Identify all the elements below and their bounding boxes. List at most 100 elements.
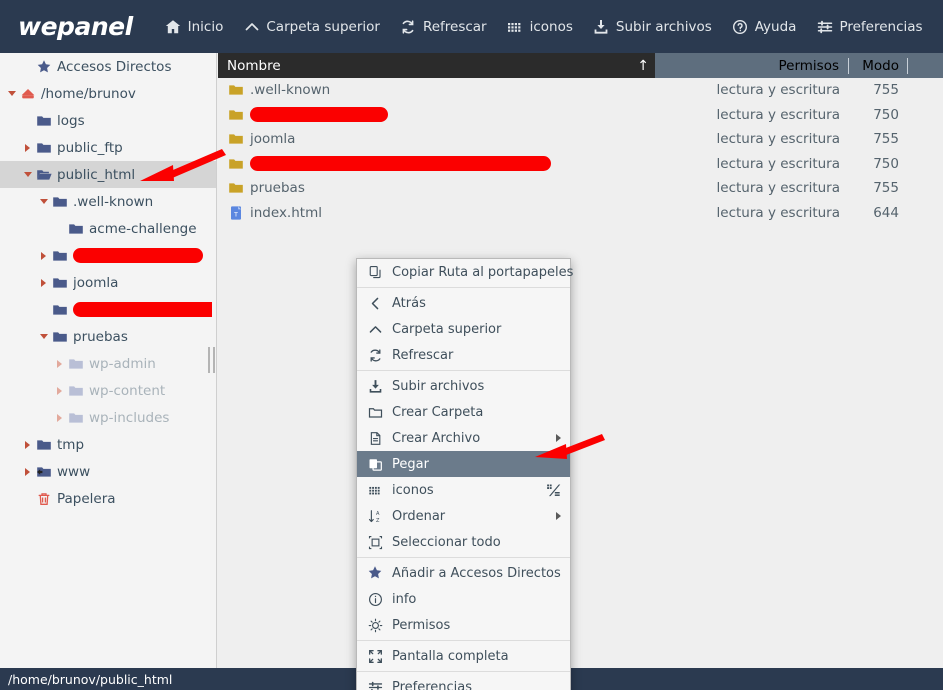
menu-item-copiar-ruta-al-portapapeles[interactable]: Copiar Ruta al portapapeles xyxy=(357,259,573,285)
tree-item-acme-challenge[interactable]: acme-challenge xyxy=(0,215,216,242)
column-header-label: Nombre xyxy=(227,57,281,74)
toolbar-item-ayuda[interactable]: Ayuda xyxy=(722,12,807,41)
pane-resize-handle[interactable] xyxy=(206,345,216,375)
toolbar-item-subir-archivos[interactable]: Subir archivos xyxy=(583,12,722,41)
upload-icon xyxy=(593,18,610,35)
collapse-caret-icon[interactable] xyxy=(36,199,51,204)
tree-item-label: www xyxy=(57,463,91,480)
file-row[interactable]: lectura y escritura 750 xyxy=(218,103,943,128)
tree-item-wp-content[interactable]: wp-content xyxy=(0,377,216,404)
menu-item-label: Crear Carpeta xyxy=(392,404,484,420)
tree-item-joomla[interactable]: joomla xyxy=(0,269,216,296)
file-list-header: Nombre ↑ Permisos Modo xyxy=(218,53,943,78)
menu-item-label: Pantalla completa xyxy=(392,648,509,664)
menu-item-label: Subir archivos xyxy=(392,378,485,394)
chevron-left-icon xyxy=(367,295,383,311)
expand-caret-icon[interactable] xyxy=(52,386,67,395)
expand-caret-icon[interactable] xyxy=(52,413,67,422)
grid-icon xyxy=(507,18,524,35)
column-header-label: Modo xyxy=(862,57,899,74)
folder-icon xyxy=(67,409,84,426)
expand-caret-icon[interactable] xyxy=(36,251,51,260)
menu-item-atr-s[interactable]: Atrás xyxy=(357,290,570,316)
folder-link-icon xyxy=(35,463,52,480)
toolbar-item-iconos[interactable]: iconos xyxy=(497,12,583,41)
menu-item-subir-archivos[interactable]: Subir archivos xyxy=(357,373,570,399)
column-header-spacer xyxy=(908,53,943,78)
file-mode-cell: 750 xyxy=(873,106,899,123)
expand-caret-icon[interactable] xyxy=(20,440,35,449)
menu-item-carpeta-superior[interactable]: Carpeta superior xyxy=(357,316,570,342)
tree-item-redacted[interactable] xyxy=(0,242,216,269)
collapse-caret-icon[interactable] xyxy=(20,172,35,177)
tree-item-wp-includes[interactable]: wp-includes xyxy=(0,404,216,431)
tree-item-public_ftp[interactable]: public_ftp xyxy=(0,134,216,161)
file-permissions-cell: lectura y escritura xyxy=(716,155,840,172)
menu-separator xyxy=(357,287,570,288)
file-row[interactable]: pruebas lectura y escritura 755 xyxy=(218,176,943,201)
app-logo: wepanel xyxy=(18,12,133,41)
redacted-name-bar xyxy=(250,107,388,123)
menu-item-info[interactable]: info xyxy=(357,586,570,612)
view-toggle-icon xyxy=(546,483,561,498)
column-header-group: Permisos Modo xyxy=(655,53,943,78)
tree-item-www[interactable]: www xyxy=(0,458,216,485)
tree-item-Papelera[interactable]: Papelera xyxy=(0,485,216,512)
tree-item-wp-admin[interactable]: wp-admin xyxy=(0,350,216,377)
tree-item-homebrunov[interactable]: /home/brunov xyxy=(0,80,216,107)
toolbar-item-refrescar[interactable]: Refrescar xyxy=(390,12,497,41)
file-manager-window: wepanel Inicio Carpeta superior Refresca… xyxy=(0,0,943,690)
star-icon xyxy=(367,565,383,581)
expand-caret-icon[interactable] xyxy=(20,143,35,152)
file-permissions-cell: lectura y escritura xyxy=(716,131,840,148)
menu-item-preferencias[interactable]: Preferencias xyxy=(357,674,570,690)
file-row[interactable]: Tindex.html lectura y escritura 644 xyxy=(218,201,943,226)
tree-item-label: wp-content xyxy=(89,382,166,399)
sliders-icon xyxy=(816,18,833,35)
column-header-modo[interactable]: Modo xyxy=(849,53,907,78)
menu-item-pegar[interactable]: Pegar xyxy=(357,451,570,477)
directory-tree-sidebar[interactable]: Accesos Directos/home/brunov logs public_f… xyxy=(0,53,217,668)
tree-item-pruebas[interactable]: pruebas xyxy=(0,323,216,350)
folder-icon xyxy=(227,155,244,172)
column-header-nombre[interactable]: Nombre ↑ xyxy=(218,53,655,78)
collapse-caret-icon[interactable] xyxy=(4,91,19,96)
folder-icon xyxy=(227,82,244,99)
tree-item-AccesosDirectos[interactable]: Accesos Directos xyxy=(0,53,216,80)
file-row[interactable]: joomla lectura y escritura 755 xyxy=(218,127,943,152)
column-header-permisos[interactable]: Permisos xyxy=(655,53,848,78)
chevron-up-icon xyxy=(243,18,260,35)
tree-item-public_html[interactable]: public_html xyxy=(0,161,216,188)
menu-item-label: Permisos xyxy=(392,617,451,633)
expand-caret-icon[interactable] xyxy=(36,278,51,287)
tree-item-tmp[interactable]: tmp xyxy=(0,431,216,458)
menu-item-pantalla-completa[interactable]: Pantalla completa xyxy=(357,643,570,669)
file-row[interactable]: lectura y escritura 750 xyxy=(218,152,943,177)
menu-item-refrescar[interactable]: Refrescar xyxy=(357,342,570,368)
menu-item-seleccionar-todo[interactable]: Seleccionar todo xyxy=(357,529,570,555)
tree-item-well-known[interactable]: .well-known xyxy=(0,188,216,215)
toolbar-item-preferencias[interactable]: Preferencias xyxy=(806,12,932,41)
toolbar-item-carpeta-superior[interactable]: Carpeta superior xyxy=(233,12,390,41)
menu-item-crear-archivo[interactable]: Crear Archivo xyxy=(357,425,570,451)
menu-item-permisos[interactable]: Permisos xyxy=(357,612,570,638)
menu-item-ordenar[interactable]: A Z Ordenar xyxy=(357,503,570,529)
file-row[interactable]: .well-known lectura y escritura 755 xyxy=(218,78,943,103)
tree-item-redacted[interactable] xyxy=(0,296,216,323)
expand-caret-icon[interactable] xyxy=(52,359,67,368)
info-icon xyxy=(367,591,383,607)
file-list-panel: Nombre ↑ Permisos Modo .well-known lectur… xyxy=(218,53,943,668)
menu-item-a-adir-a-accesos-directos[interactable]: Añadir a Accesos Directos xyxy=(357,560,570,586)
menu-item-crear-carpeta[interactable]: Crear Carpeta xyxy=(357,399,570,425)
context-menu[interactable]: Copiar Ruta al portapapeles Atrás Carpeta … xyxy=(356,258,573,690)
menu-item-label: Añadir a Accesos Directos xyxy=(392,565,561,581)
expand-caret-icon[interactable] xyxy=(20,467,35,476)
collapse-caret-icon[interactable] xyxy=(36,334,51,339)
tree-item-logs[interactable]: logs xyxy=(0,107,216,134)
file-name-cell: .well-known xyxy=(218,82,655,99)
toolbar-item-inicio[interactable]: Inicio xyxy=(155,12,234,41)
home-icon xyxy=(165,18,182,35)
tree-item-label: wp-admin xyxy=(89,355,156,372)
menu-item-iconos[interactable]: iconos xyxy=(357,477,570,503)
chevron-up-icon xyxy=(367,321,383,337)
